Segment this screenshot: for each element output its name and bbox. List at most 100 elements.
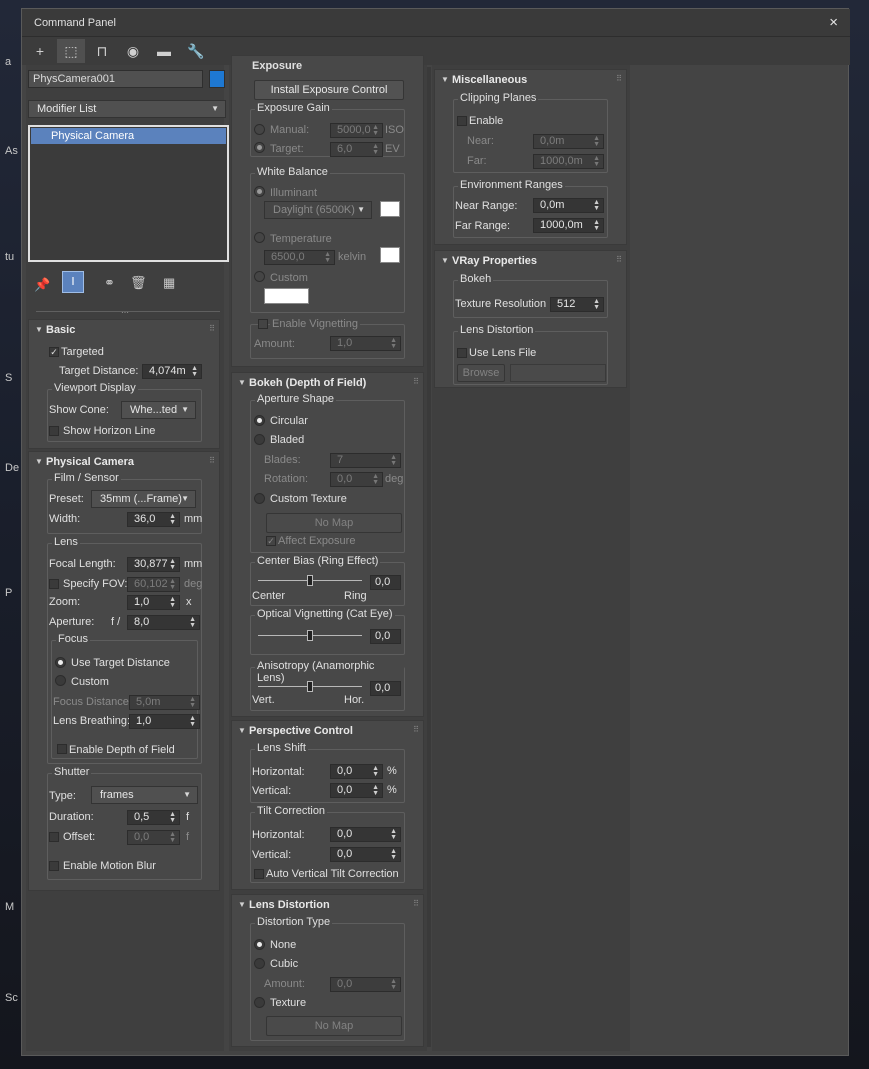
temperature-radio[interactable]	[254, 232, 265, 243]
lens-label: Lens	[52, 536, 80, 548]
illuminant-radio[interactable]	[254, 186, 265, 197]
bokeh-header[interactable]: ▼ Bokeh (Depth of Field) ⠿	[232, 373, 423, 393]
preset-dropdown[interactable]: 35mm (...Frame) ▼	[91, 490, 196, 508]
target-distance-spinner[interactable]: 4,074m ▲ ▼	[142, 364, 202, 379]
distortion-amount-spinner[interactable]: 0,0 ▲ ▼	[330, 977, 401, 992]
anisotropy-slider-thumb[interactable]	[307, 681, 313, 692]
pin-stack-icon[interactable]: 📌	[34, 277, 50, 293]
distortion-none-radio[interactable]	[254, 939, 265, 950]
manual-radio[interactable]	[254, 124, 265, 135]
lens-shift-horizontal-spinner[interactable]: 0,0 ▲ ▼	[330, 764, 383, 779]
far-spinner[interactable]: 1000,0m ▲ ▼	[533, 154, 604, 169]
object-color-swatch[interactable]	[209, 70, 225, 88]
aperture-spinner[interactable]: 8,0 ▲ ▼	[127, 615, 200, 630]
distortion-no-map-button[interactable]: No Map	[266, 1016, 402, 1036]
lens-shift-label: Lens Shift	[255, 742, 308, 754]
target-ev-spinner[interactable]: 6,0 ▲ ▼	[330, 142, 383, 157]
enable-dof-checkbox[interactable]	[57, 744, 67, 754]
perspective-control-header[interactable]: ▼ Perspective Control ⠿	[232, 721, 423, 741]
stack-item-physical-camera[interactable]: Physical Camera	[31, 128, 226, 144]
make-unique-icon[interactable]: ⚭	[104, 275, 115, 291]
illuminant-dropdown[interactable]: Daylight (6500K) ▼	[264, 201, 372, 219]
temperature-spinner[interactable]: 6500,0 ▲ ▼	[264, 250, 335, 265]
temperature-color-swatch[interactable]	[380, 247, 400, 263]
affect-exposure-checkbox[interactable]: ✓	[266, 536, 276, 546]
blades-spinner[interactable]: 7 ▲ ▼	[330, 453, 401, 468]
custom-wb-radio[interactable]	[254, 271, 265, 282]
create-tab-icon[interactable]: +	[26, 39, 54, 63]
optical-vignetting-slider-thumb[interactable]	[307, 630, 313, 641]
show-cone-dropdown[interactable]: Whe...ted ▼	[121, 401, 196, 419]
enable-motion-blur-checkbox[interactable]	[49, 861, 59, 871]
specify-fov-checkbox[interactable]	[49, 579, 59, 589]
duration-spinner[interactable]: 0,5 ▲ ▼	[127, 810, 180, 825]
configure-sets-icon[interactable]: ▦	[163, 275, 175, 291]
modifier-list-dropdown[interactable]: Modifier List ▼	[28, 100, 226, 118]
focal-length-spinner[interactable]: 30,877 ▲ ▼	[127, 557, 180, 572]
custom-focus-radio[interactable]	[55, 675, 66, 686]
vray-properties-header[interactable]: ▼ VRay Properties ⠿	[435, 251, 626, 271]
near-range-spinner[interactable]: 0,0m ▲ ▼	[533, 198, 604, 213]
near-range-label: Near Range:	[455, 200, 518, 212]
remove-modifier-icon[interactable]: 🗑	[130, 275, 147, 291]
show-end-result-icon[interactable]: Ⅰ	[62, 271, 84, 293]
modify-tab-icon[interactable]: ⬚	[57, 39, 85, 63]
clipping-enable-checkbox[interactable]	[457, 116, 467, 126]
focus-distance-spinner[interactable]: 5,0m ▲ ▼	[129, 695, 200, 710]
distortion-texture-radio[interactable]	[254, 997, 265, 1008]
hierarchy-tab-icon[interactable]: ⊓	[88, 39, 116, 63]
anisotropy-value[interactable]: 0,0	[370, 681, 401, 696]
vignetting-amount-spinner[interactable]: 1,0 ▲ ▼	[330, 336, 401, 351]
tilt-vertical-spinner[interactable]: 0,0 ▲ ▼	[330, 847, 401, 862]
circular-radio[interactable]	[254, 415, 265, 426]
lens-breathing-spinner[interactable]: 1,0 ▲ ▼	[129, 714, 200, 729]
vignetting-amount-label: Amount:	[254, 338, 295, 350]
texture-resolution-spinner[interactable]: 512 ▲ ▼	[550, 297, 604, 312]
illuminant-color-swatch[interactable]	[380, 201, 400, 217]
shutter-type-dropdown[interactable]: frames ▼	[91, 786, 198, 804]
enable-vignetting-checkbox[interactable]	[258, 319, 268, 329]
basic-header[interactable]: ▼ Basic ⠿	[29, 320, 219, 340]
show-horizon-checkbox[interactable]	[49, 426, 59, 436]
center-bias-value[interactable]: 0,0	[370, 575, 401, 590]
offset-spinner[interactable]: 0,0 ▲ ▼	[127, 830, 180, 845]
resize-handle-icon[interactable]: ⋯	[121, 308, 129, 317]
title-bar[interactable]: Command Panel ×	[22, 9, 850, 37]
offset-checkbox[interactable]	[49, 832, 59, 842]
target-ev-radio[interactable]	[254, 142, 265, 153]
use-lens-file-checkbox[interactable]	[457, 348, 467, 358]
physical-camera-header[interactable]: ▼ Physical Camera ⠿	[29, 452, 219, 472]
custom-texture-radio[interactable]	[254, 493, 265, 504]
use-target-distance-radio[interactable]	[55, 657, 66, 668]
width-spinner[interactable]: 36,0 ▲ ▼	[127, 512, 180, 527]
object-name-field[interactable]: PhysCamera001	[28, 70, 203, 88]
distortion-cubic-radio[interactable]	[254, 958, 265, 969]
lens-shift-vertical-spinner[interactable]: 0,0 ▲ ▼	[330, 783, 383, 798]
lens-distortion-header[interactable]: ▼ Lens Distortion ⠿	[232, 895, 423, 915]
lens-file-path-field[interactable]	[510, 364, 606, 382]
utilities-tab-icon[interactable]: 🔧	[182, 39, 210, 63]
iso-unit: ISO	[385, 124, 404, 136]
rotation-spinner[interactable]: 0,0 ▲ ▼	[330, 472, 383, 487]
browse-button[interactable]: Browse	[457, 364, 505, 382]
custom-wb-color-swatch[interactable]	[264, 288, 309, 304]
miscellaneous-header[interactable]: ▼ Miscellaneous ⠿	[435, 70, 626, 90]
column-splitter[interactable]	[427, 67, 431, 1047]
tilt-horizontal-spinner[interactable]: 0,0 ▲ ▼	[330, 827, 401, 842]
optical-vignetting-value[interactable]: 0,0	[370, 629, 401, 644]
far-range-spinner[interactable]: 1000,0m ▲ ▼	[533, 218, 604, 233]
near-spinner[interactable]: 0,0m ▲ ▼	[533, 134, 604, 149]
display-tab-icon[interactable]: ▬	[150, 39, 178, 63]
auto-vertical-tilt-checkbox[interactable]	[254, 869, 264, 879]
fov-spinner[interactable]: 60,102 ▲ ▼	[127, 577, 180, 592]
center-bias-slider-thumb[interactable]	[307, 575, 313, 586]
close-icon[interactable]: ×	[829, 14, 838, 31]
bokeh-no-map-button[interactable]: No Map	[266, 513, 402, 533]
zoom-spinner[interactable]: 1,0 ▲ ▼	[127, 595, 180, 610]
install-exposure-control-button[interactable]: Install Exposure Control	[254, 80, 404, 100]
motion-tab-icon[interactable]: ◉	[119, 39, 147, 63]
bladed-radio[interactable]	[254, 434, 265, 445]
targeted-checkbox[interactable]: ✓	[49, 347, 59, 357]
zoom-unit: x	[186, 596, 192, 608]
manual-iso-spinner[interactable]: 5000,0 ▲ ▼	[330, 123, 383, 138]
